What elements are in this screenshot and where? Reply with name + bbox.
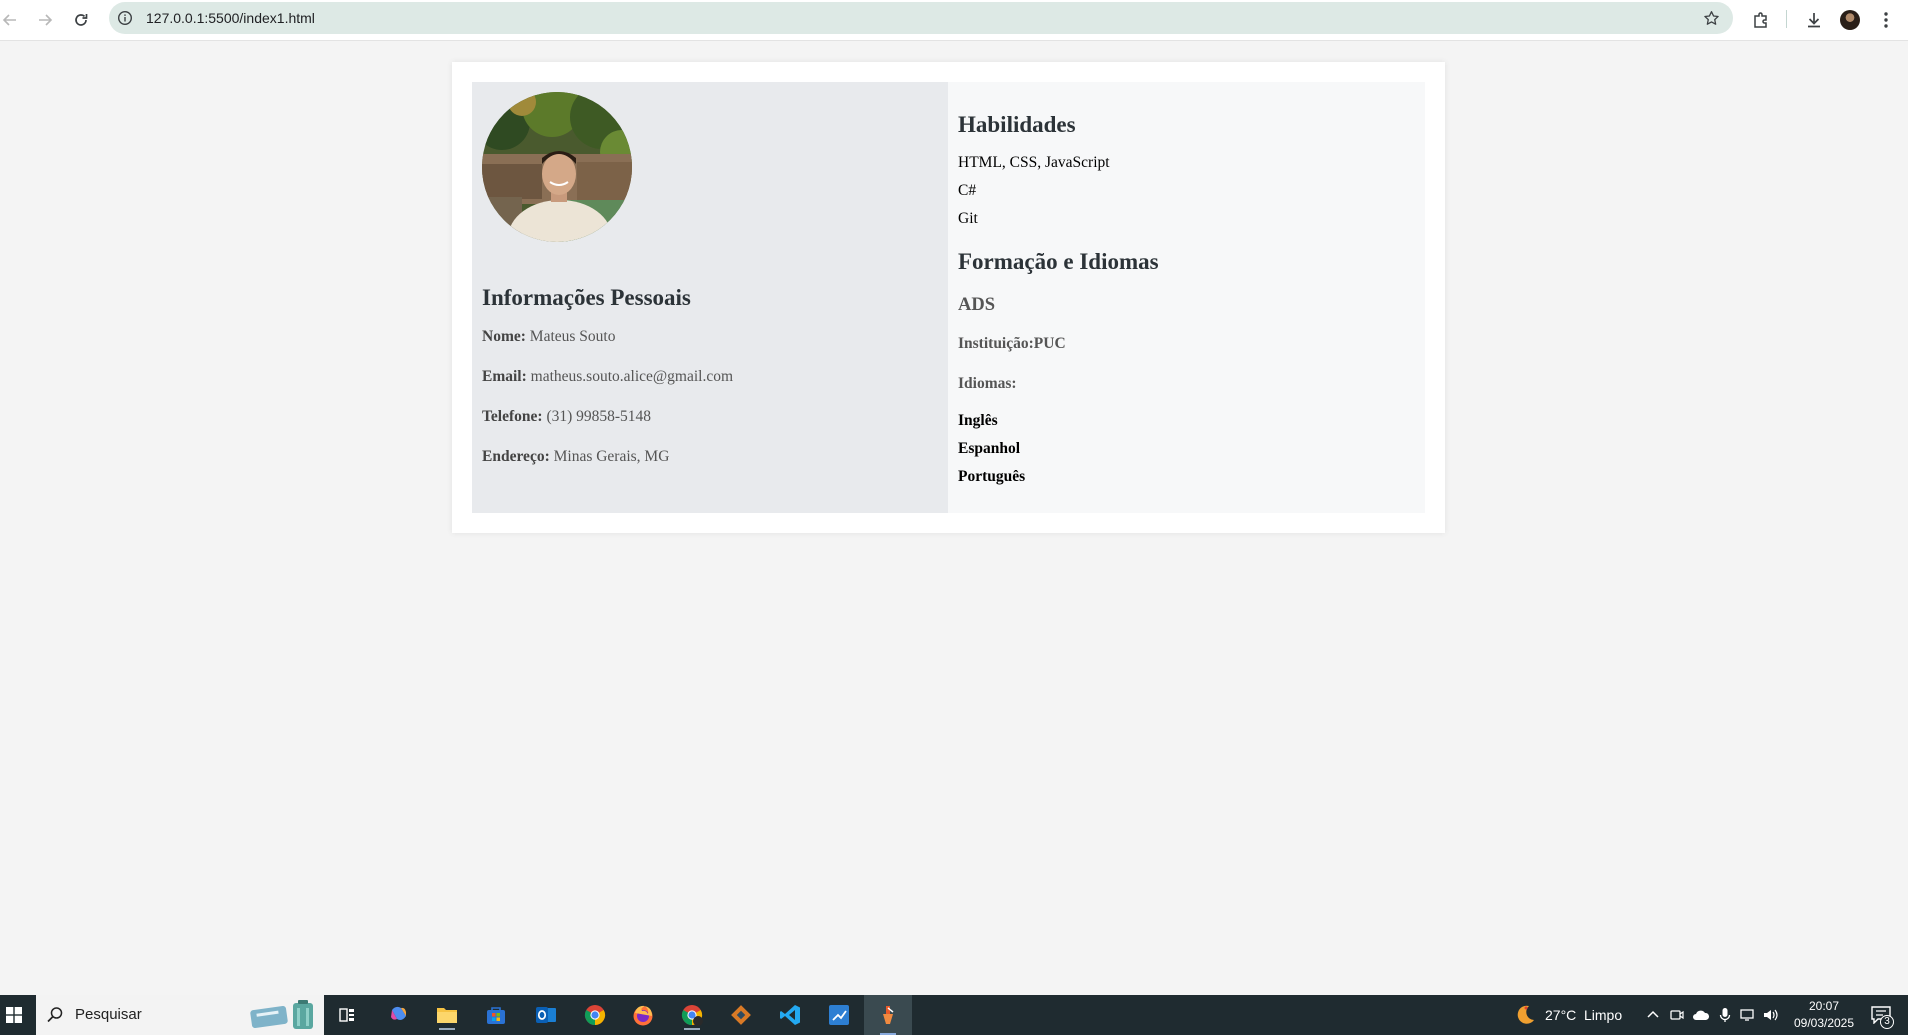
- bookmark-star-icon[interactable]: [1701, 8, 1721, 28]
- taskbar-search[interactable]: Pesquisar: [36, 995, 324, 1035]
- info-email: Email: matheus.souto.alice@gmail.com: [482, 368, 733, 386]
- reload-icon[interactable]: [68, 7, 94, 33]
- azure-data-studio-icon[interactable]: [824, 1000, 854, 1030]
- clock-date[interactable]: 09/03/2025: [1789, 1016, 1859, 1030]
- skill-item: Git: [958, 210, 978, 227]
- info-email-value: matheus.souto.alice@gmail.com: [530, 368, 734, 385]
- extensions-icon[interactable]: [1748, 7, 1774, 33]
- skills-title: Habilidades: [958, 112, 1076, 137]
- file-explorer-icon[interactable]: [432, 1000, 462, 1030]
- notification-count: 3: [1880, 1015, 1894, 1029]
- clock-time[interactable]: 20:07: [1794, 999, 1854, 1013]
- info-name-value: Mateus Souto: [529, 328, 616, 345]
- browser-toolbar: 127.0.0.1:5500/index1.html: [0, 0, 1908, 41]
- info-phone: Telefone: (31) 99858-5148: [482, 408, 651, 426]
- search-highlight-icon: [249, 1000, 319, 1035]
- resume-card: Informações Pessoais Nome: Mateus Souto …: [452, 62, 1445, 533]
- more-menu-icon[interactable]: [1873, 7, 1899, 33]
- info-address: Endereço: Minas Gerais, MG: [482, 448, 669, 466]
- skill-item: C#: [958, 182, 977, 199]
- outlook-icon[interactable]: [531, 1000, 561, 1030]
- info-address-label: Endereço:: [482, 448, 550, 465]
- download-icon[interactable]: [1801, 7, 1827, 33]
- copilot-icon[interactable]: [384, 1000, 414, 1030]
- chrome-icon[interactable]: [580, 1000, 610, 1030]
- back-icon[interactable]: [0, 7, 23, 33]
- weather-temperature[interactable]: 27°C: [1545, 1007, 1576, 1023]
- forward-icon[interactable]: [32, 7, 58, 33]
- taskbar: Pesquisar 27°C Limpo 20:07 09/03/2025 3: [0, 995, 1908, 1035]
- language-item: Inglês: [958, 412, 998, 429]
- chrome-profile-icon[interactable]: [677, 1000, 707, 1030]
- info-phone-label: Telefone:: [482, 408, 543, 425]
- microsoft-store-icon[interactable]: [481, 1000, 511, 1030]
- active-app-icon[interactable]: [864, 995, 912, 1035]
- dev-tool-icon[interactable]: [726, 1000, 756, 1030]
- skills-education-panel: Habilidades HTML, CSS, JavaScript C# Git…: [948, 82, 1425, 513]
- firefox-icon[interactable]: [628, 1000, 658, 1030]
- language-item: Português: [958, 468, 1026, 485]
- weather-icon[interactable]: [1510, 1000, 1540, 1030]
- course-name: ADS: [958, 295, 996, 315]
- weather-condition[interactable]: Limpo: [1584, 1007, 1622, 1023]
- info-address-value: Minas Gerais, MG: [553, 448, 670, 465]
- windows-start-icon[interactable]: [0, 995, 28, 1035]
- education-title: Formação e Idiomas: [958, 249, 1159, 274]
- search-placeholder: Pesquisar: [75, 1006, 142, 1023]
- info-phone-value: (31) 99858-5148: [546, 408, 652, 425]
- volume-icon[interactable]: [1756, 1000, 1786, 1030]
- info-name: Nome: Mateus Souto: [482, 328, 615, 346]
- site-info-icon[interactable]: [115, 8, 135, 28]
- skill-item: HTML, CSS, JavaScript: [958, 154, 1110, 171]
- vscode-icon[interactable]: [775, 1000, 805, 1030]
- institution: Instituição:PUC: [958, 335, 1066, 352]
- personal-info-panel: Informações Pessoais Nome: Mateus Souto …: [472, 82, 948, 513]
- profile-photo: [482, 92, 632, 242]
- personal-info-title: Informações Pessoais: [482, 285, 691, 310]
- language-item: Espanhol: [958, 440, 1021, 457]
- address-bar[interactable]: 127.0.0.1:5500/index1.html: [109, 2, 1733, 34]
- task-view-icon[interactable]: [332, 1000, 362, 1030]
- info-email-label: Email:: [482, 368, 527, 385]
- search-icon: [46, 1006, 64, 1029]
- info-name-label: Nome:: [482, 328, 526, 345]
- profile-avatar[interactable]: [1837, 7, 1863, 33]
- toolbar-separator: [1786, 10, 1787, 28]
- url-text[interactable]: 127.0.0.1:5500/index1.html: [146, 2, 315, 34]
- languages-label: Idiomas:: [958, 375, 1017, 392]
